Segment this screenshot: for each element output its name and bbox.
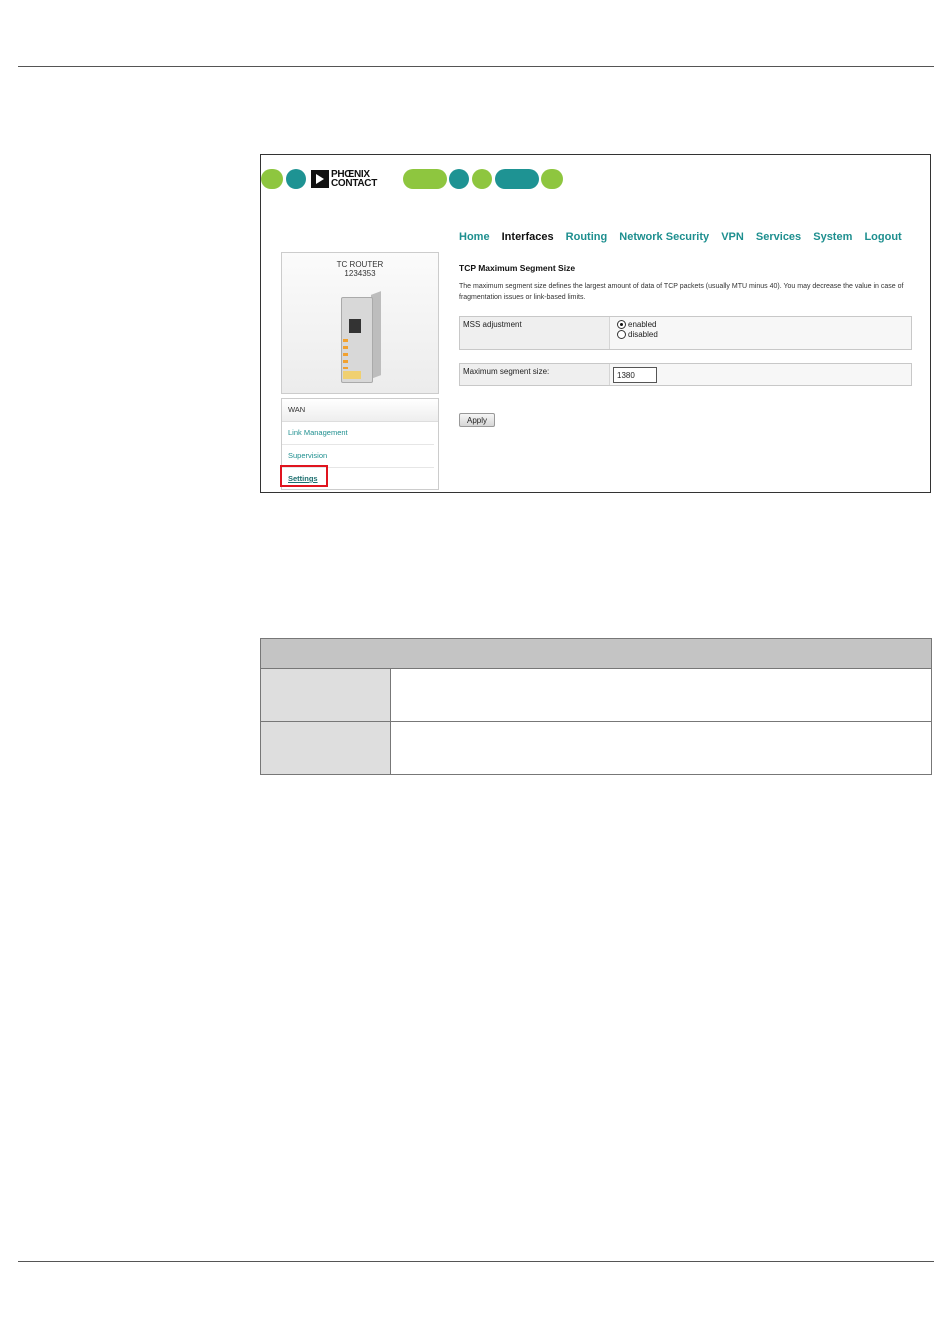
- apply-button[interactable]: Apply: [459, 413, 496, 427]
- page-title: TCP Maximum Segment Size: [459, 263, 576, 273]
- brand-banner: PHŒNIX CONTACT: [261, 167, 581, 191]
- nav-system[interactable]: System: [813, 231, 852, 243]
- mss-label: MSS adjustment: [463, 320, 522, 329]
- nav-home[interactable]: Home: [459, 231, 490, 243]
- device-id: 1234353: [344, 269, 376, 278]
- max-segment-row: Maximum segment size: 1380: [459, 363, 912, 386]
- banner-pill: [286, 169, 306, 189]
- menu-item-link-management[interactable]: Link Management: [282, 422, 434, 445]
- mss-disabled-radio[interactable]: disabled: [617, 330, 911, 339]
- table-row: [260, 722, 932, 775]
- nav-interfaces[interactable]: Interfaces: [502, 231, 554, 243]
- banner-pill: [541, 169, 563, 189]
- max-segment-label: Maximum segment size:: [463, 367, 550, 376]
- router-screenshot: PHŒNIX CONTACT Home Interfaces Routing N…: [260, 154, 931, 493]
- radio-selected-icon: [617, 320, 626, 329]
- highlight-box: [280, 465, 328, 487]
- page-description: The maximum segment size defines the lar…: [459, 283, 904, 301]
- table-cell: [391, 722, 931, 774]
- menu-header-wan: WAN: [282, 399, 438, 422]
- radio-empty-icon: [617, 330, 626, 339]
- table-cell: [391, 669, 931, 721]
- table-cell: [261, 669, 391, 721]
- mss-enabled-radio[interactable]: enabled: [617, 320, 911, 329]
- nav-logout[interactable]: Logout: [864, 231, 901, 243]
- footer-rule: [18, 1261, 934, 1262]
- header-rule: [18, 66, 934, 67]
- phoenix-contact-logo: PHŒNIX CONTACT: [311, 167, 403, 191]
- top-nav: Home Interfaces Routing Network Security…: [459, 231, 911, 243]
- device-name: TC ROUTER: [336, 260, 384, 269]
- banner-pill: [472, 169, 492, 189]
- nav-network-security[interactable]: Network Security: [619, 231, 709, 243]
- banner-pill: [261, 169, 283, 189]
- mss-row: MSS adjustment enabled disabled: [459, 316, 912, 350]
- banner-pill: [403, 169, 447, 189]
- max-segment-input[interactable]: 1380: [613, 367, 657, 383]
- device-card: TC ROUTER 1234353: [281, 252, 439, 394]
- table-cell: [261, 722, 391, 774]
- nav-services[interactable]: Services: [756, 231, 801, 243]
- main-content: TCP Maximum Segment Size The maximum seg…: [459, 263, 914, 427]
- router-device-image: [337, 289, 383, 385]
- table-header: [260, 638, 932, 669]
- nav-vpn[interactable]: VPN: [721, 231, 744, 243]
- nav-routing[interactable]: Routing: [566, 231, 608, 243]
- banner-pill: [449, 169, 469, 189]
- table-row: [260, 669, 932, 722]
- banner-pill: [495, 169, 539, 189]
- parameter-table: [260, 638, 932, 775]
- logo-mark-icon: [311, 170, 329, 188]
